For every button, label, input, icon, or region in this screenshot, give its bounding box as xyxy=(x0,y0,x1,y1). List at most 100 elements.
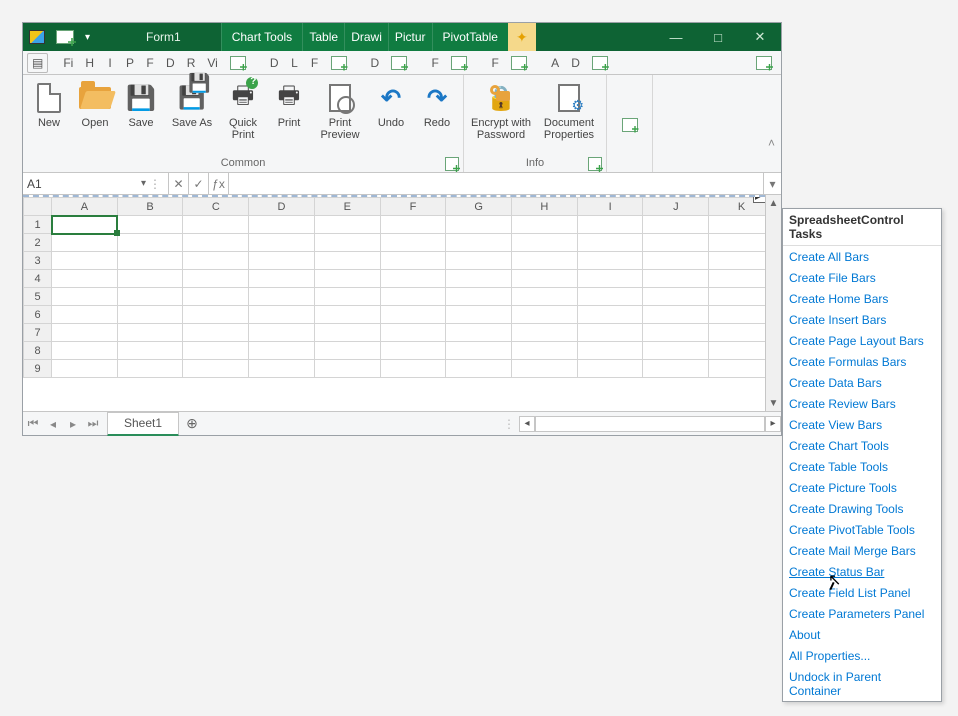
info-launcher-icon[interactable] xyxy=(588,157,602,171)
tab-home[interactable]: H xyxy=(80,53,99,73)
print-preview-button[interactable]: Print Preview xyxy=(313,77,367,154)
cell[interactable] xyxy=(446,360,512,378)
cell[interactable] xyxy=(512,306,578,324)
ribbon-group-add[interactable] xyxy=(607,75,653,172)
cell[interactable] xyxy=(249,288,315,306)
cell[interactable] xyxy=(380,252,446,270)
cell[interactable] xyxy=(643,234,709,252)
task-link[interactable]: About xyxy=(783,624,941,645)
task-link[interactable]: Create Home Bars xyxy=(783,288,941,309)
cell[interactable] xyxy=(709,324,765,342)
cell[interactable] xyxy=(643,306,709,324)
formula-enter-button[interactable]: ✓ xyxy=(189,173,209,194)
cell[interactable] xyxy=(643,342,709,360)
cell[interactable] xyxy=(577,234,643,252)
cell[interactable] xyxy=(380,288,446,306)
tab-formulas[interactable]: F xyxy=(141,53,159,73)
add-context-tab-icon[interactable]: ✦ xyxy=(508,23,536,51)
print-button[interactable]: 🖶Print xyxy=(267,77,311,154)
table-sub-d[interactable]: D xyxy=(366,53,385,73)
context-tab-picture[interactable]: Pictur xyxy=(388,23,432,51)
cell[interactable] xyxy=(249,360,315,378)
cell[interactable] xyxy=(577,270,643,288)
task-link[interactable]: Create File Bars xyxy=(783,267,941,288)
cell[interactable] xyxy=(183,306,249,324)
qat-dropdown-icon[interactable]: ▾ xyxy=(79,32,96,43)
col-header[interactable]: G xyxy=(446,198,512,216)
cell[interactable] xyxy=(52,234,118,252)
cell[interactable] xyxy=(512,216,578,234)
cell[interactable] xyxy=(314,252,380,270)
add-page-icon[interactable] xyxy=(751,53,777,73)
task-link[interactable]: Create Page Layout Bars xyxy=(783,330,941,351)
row-header[interactable]: 8 xyxy=(24,342,52,360)
cell[interactable] xyxy=(183,288,249,306)
doc-properties-button[interactable]: Document Properties xyxy=(536,77,602,154)
cell[interactable] xyxy=(512,288,578,306)
cell[interactable] xyxy=(380,360,446,378)
row-header[interactable]: 3 xyxy=(24,252,52,270)
cell[interactable] xyxy=(709,288,765,306)
cell[interactable] xyxy=(577,342,643,360)
col-header[interactable]: D xyxy=(249,198,315,216)
col-header[interactable]: E xyxy=(314,198,380,216)
task-link[interactable]: Create Formulas Bars xyxy=(783,351,941,372)
task-link[interactable]: All Properties... xyxy=(783,645,941,666)
add-pic-sub-icon[interactable] xyxy=(506,53,532,73)
cell[interactable] xyxy=(643,324,709,342)
cell[interactable] xyxy=(117,306,183,324)
horizontal-scrollbar[interactable]: ⋮ ◂ ▸ xyxy=(499,416,781,432)
context-tab-drawing[interactable]: Drawi xyxy=(344,23,388,51)
close-button[interactable]: ✕ xyxy=(739,23,781,51)
col-header[interactable]: J xyxy=(643,198,709,216)
draw-sub-f[interactable]: F xyxy=(426,53,444,73)
hscroll-right-icon[interactable]: ▸ xyxy=(765,416,781,432)
cell[interactable] xyxy=(52,360,118,378)
cell[interactable] xyxy=(446,342,512,360)
minimize-button[interactable]: — xyxy=(655,23,697,51)
cell[interactable] xyxy=(117,324,183,342)
cell[interactable] xyxy=(380,342,446,360)
cell[interactable] xyxy=(314,324,380,342)
cell[interactable] xyxy=(709,270,765,288)
app-menu-icon[interactable]: ▤ xyxy=(27,53,48,73)
cell[interactable] xyxy=(117,216,183,234)
cell[interactable] xyxy=(52,252,118,270)
row-header[interactable]: 9 xyxy=(24,360,52,378)
cell[interactable] xyxy=(249,324,315,342)
new-button[interactable]: New xyxy=(27,77,71,154)
hscroll-left-icon[interactable]: ◂ xyxy=(519,416,535,432)
pivot-sub-a[interactable]: A xyxy=(546,53,564,73)
cell[interactable] xyxy=(446,234,512,252)
sheet-nav-prev[interactable]: ◂ xyxy=(43,417,63,431)
cell[interactable] xyxy=(577,306,643,324)
cell[interactable] xyxy=(117,252,183,270)
cell[interactable] xyxy=(314,306,380,324)
cell[interactable] xyxy=(709,252,765,270)
save-button[interactable]: 💾Save xyxy=(119,77,163,154)
cell[interactable] xyxy=(314,216,380,234)
row-header[interactable]: 7 xyxy=(24,324,52,342)
cell[interactable] xyxy=(183,360,249,378)
tab-insert[interactable]: I xyxy=(101,53,119,73)
row-header[interactable]: 6 xyxy=(24,306,52,324)
ribbon-collapse-icon[interactable]: ˄ xyxy=(768,136,775,150)
cell[interactable] xyxy=(643,270,709,288)
cell[interactable] xyxy=(643,216,709,234)
row-header[interactable]: 1 xyxy=(24,216,52,234)
cell[interactable] xyxy=(512,234,578,252)
task-link[interactable]: Create Field List Panel xyxy=(783,582,941,603)
cell[interactable] xyxy=(380,306,446,324)
cell[interactable] xyxy=(314,270,380,288)
cell[interactable] xyxy=(183,324,249,342)
cell[interactable] xyxy=(249,216,315,234)
scroll-up-icon[interactable]: ▲ xyxy=(766,195,781,211)
cell[interactable] xyxy=(380,270,446,288)
cell[interactable] xyxy=(249,342,315,360)
row-header[interactable]: 4 xyxy=(24,270,52,288)
cell[interactable] xyxy=(314,288,380,306)
name-box[interactable]: A1 ▾ ⋮ xyxy=(23,173,169,194)
task-link[interactable]: Create PivotTable Tools xyxy=(783,519,941,540)
pic-sub-f[interactable]: F xyxy=(486,53,504,73)
tab-view[interactable]: Vi xyxy=(202,53,222,73)
